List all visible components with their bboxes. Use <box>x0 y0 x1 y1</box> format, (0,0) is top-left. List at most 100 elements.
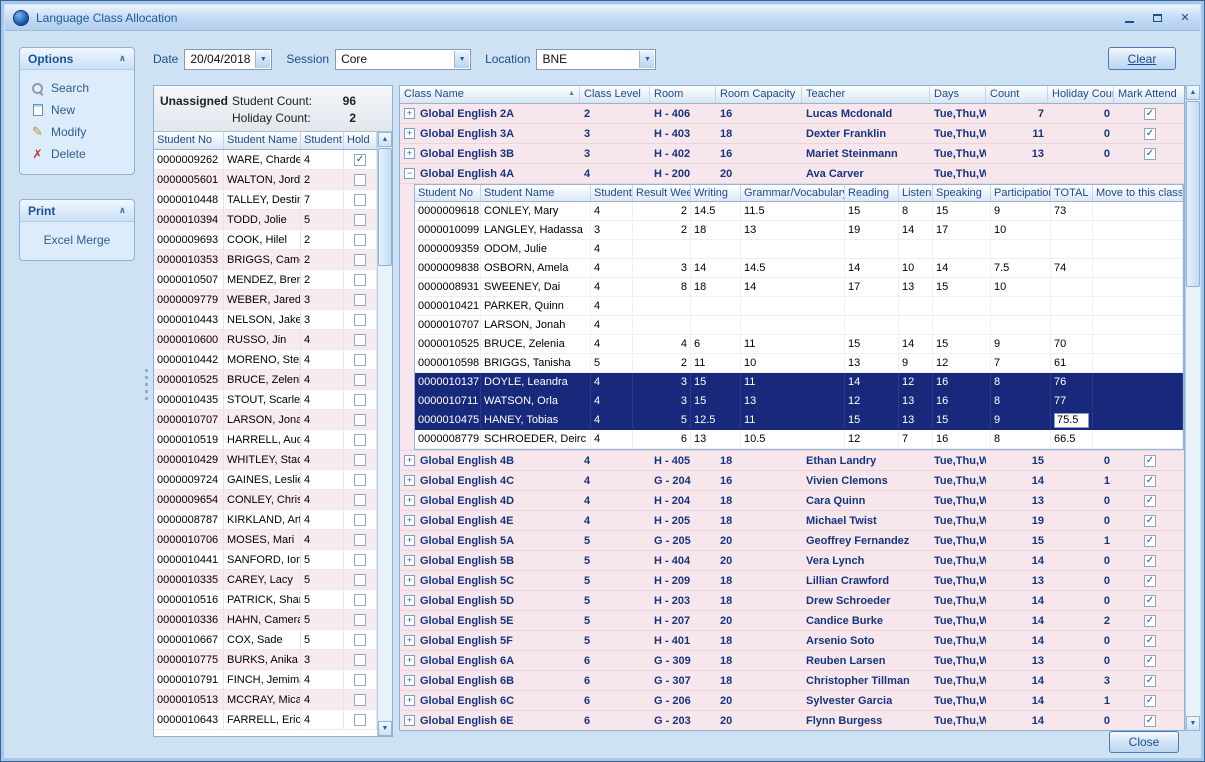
unassigned-row[interactable]: 0000010707LARSON, Jonal4 <box>154 410 377 430</box>
mark-attend-checkbox[interactable]: ✓ <box>1144 535 1156 547</box>
detail-col-header[interactable]: Move to this class: <box>1093 185 1183 201</box>
hold-checkbox[interactable] <box>354 574 366 586</box>
date-picker[interactable]: 20/04/2018 ▼ <box>184 49 272 70</box>
detail-col-header[interactable]: TOTAL <box>1051 185 1093 201</box>
col-class-level[interactable]: Class Level <box>580 86 650 103</box>
mark-attend-checkbox[interactable]: ✓ <box>1144 595 1156 607</box>
hold-checkbox[interactable] <box>354 614 366 626</box>
unassigned-row[interactable]: 0000009724GAINES, Leslie4 <box>154 470 377 490</box>
total-edit-box[interactable]: 75.5 <box>1054 413 1089 428</box>
detail-row[interactable]: 0000010711WATSON, Orla431513121316877 <box>415 392 1183 411</box>
class-row[interactable]: +Global English 6B6G - 30718Christopher … <box>400 671 1184 691</box>
expand-icon[interactable]: + <box>404 495 415 506</box>
detail-col-header[interactable]: Reading <box>845 185 899 201</box>
sidebar-item-new[interactable]: New <box>20 99 134 121</box>
class-row[interactable]: +Global English 5F5H - 40118Arsenio Soto… <box>400 631 1184 651</box>
hold-checkbox[interactable] <box>354 374 366 386</box>
col-room-capacity[interactable]: Room Capacity <box>716 86 802 103</box>
dropdown-icon[interactable]: ▼ <box>639 51 654 68</box>
total-cell[interactable]: 75.5 <box>1051 411 1093 429</box>
hold-checkbox[interactable] <box>354 214 366 226</box>
detail-row[interactable]: 0000009359ODOM, Julie4 <box>415 240 1183 259</box>
hold-checkbox[interactable] <box>354 434 366 446</box>
class-row[interactable]: +Global English 4E4H - 20518Michael Twis… <box>400 511 1184 531</box>
unassigned-row[interactable]: 0000010429WHITLEY, Stac4 <box>154 450 377 470</box>
hold-checkbox[interactable] <box>354 474 366 486</box>
unassigned-row[interactable]: 0000010516PATRICK, Shar5 <box>154 590 377 610</box>
unassigned-row[interactable]: 0000010525BRUCE, Zelenia4 <box>154 370 377 390</box>
col-days[interactable]: Days <box>930 86 986 103</box>
hold-checkbox[interactable] <box>354 394 366 406</box>
unassigned-row[interactable]: 0000009693COOK, Hilel2 <box>154 230 377 250</box>
move-to-class-cell[interactable] <box>1093 316 1183 334</box>
hold-checkbox[interactable] <box>354 654 366 666</box>
move-to-class-cell[interactable] <box>1093 430 1183 448</box>
unassigned-row[interactable]: 0000010791FINCH, Jemima4 <box>154 670 377 690</box>
unassigned-row[interactable]: 0000009262WARE, Charde4✓ <box>154 150 377 170</box>
hold-checkbox[interactable] <box>354 634 366 646</box>
mark-attend-checkbox[interactable]: ✓ <box>1144 455 1156 467</box>
class-row[interactable]: +Global English 4C4G - 20416Vivien Clemo… <box>400 471 1184 491</box>
hold-checkbox[interactable] <box>354 254 366 266</box>
move-to-class-cell[interactable] <box>1093 411 1183 429</box>
classes-scrollbar[interactable]: ▲ ▼ <box>1185 85 1200 731</box>
move-to-class-cell[interactable] <box>1093 240 1183 258</box>
hold-checkbox[interactable] <box>354 714 366 726</box>
hold-checkbox[interactable] <box>354 234 366 246</box>
hold-checkbox[interactable] <box>354 674 366 686</box>
mark-attend-checkbox[interactable]: ✓ <box>1144 635 1156 647</box>
detail-row[interactable]: 0000008931SWEENEY, Dai48181417131510 <box>415 278 1183 297</box>
unassigned-row[interactable]: 0000010353BRIGGS, Camer2 <box>154 250 377 270</box>
unassigned-row[interactable]: 0000010443NELSON, Jakee3 <box>154 310 377 330</box>
detail-col-header[interactable]: Writing <box>691 185 741 201</box>
expand-icon[interactable]: + <box>404 655 415 666</box>
hold-checkbox[interactable] <box>354 514 366 526</box>
move-to-class-cell[interactable] <box>1093 221 1183 239</box>
unassigned-row[interactable]: 0000010643FARRELL, Erica4 <box>154 710 377 730</box>
sidebar-item-modify[interactable]: ✎ Modify <box>20 121 134 143</box>
hold-checkbox[interactable] <box>354 194 366 206</box>
hold-checkbox[interactable] <box>354 334 366 346</box>
scroll-down-icon[interactable]: ▼ <box>1186 716 1200 731</box>
detail-row[interactable]: 0000010099LANGLEY, Hadassa32181319141710 <box>415 221 1183 240</box>
scroll-up-icon[interactable]: ▲ <box>1186 85 1200 100</box>
detail-col-header[interactable]: Student <box>591 185 633 201</box>
detail-row[interactable]: 0000009838OSBORN, Amela431414.51410147.5… <box>415 259 1183 278</box>
collapse-icon[interactable]: − <box>404 168 415 179</box>
class-row[interactable]: +Global English 2A2H - 40616Lucas Mcdona… <box>400 104 1184 124</box>
mark-attend-checkbox[interactable]: ✓ <box>1144 615 1156 627</box>
class-row[interactable]: +Global English 5C5H - 20918Lillian Craw… <box>400 571 1184 591</box>
mark-attend-checkbox[interactable]: ✓ <box>1144 715 1156 727</box>
maximize-button[interactable] <box>1150 11 1164 25</box>
mark-attend-checkbox[interactable]: ✓ <box>1144 475 1156 487</box>
sidebar-item-search[interactable]: Search <box>20 77 134 99</box>
detail-row[interactable]: 0000008779SCHROEDER, Deirc461310.5127168… <box>415 430 1183 449</box>
detail-col-header[interactable]: Participation <box>991 185 1051 201</box>
col-student-no[interactable]: Student No <box>154 132 224 149</box>
hold-checkbox[interactable] <box>354 454 366 466</box>
col-holiday-count[interactable]: Holiday Count <box>1048 86 1114 103</box>
detail-col-header[interactable]: Grammar/Vocabulary <box>741 185 845 201</box>
hold-checkbox[interactable] <box>354 594 366 606</box>
class-row[interactable]: +Global English 5D5H - 20318Drew Schroed… <box>400 591 1184 611</box>
mark-attend-checkbox[interactable]: ✓ <box>1144 515 1156 527</box>
close-window-button[interactable]: ✕ <box>1178 11 1192 25</box>
class-row[interactable]: +Global English 6A6G - 30918Reuben Larse… <box>400 651 1184 671</box>
detail-col-header[interactable]: Speaking <box>933 185 991 201</box>
detail-row[interactable]: 0000010475HANEY, Tobias4512.511151315975… <box>415 411 1183 430</box>
expand-icon[interactable]: + <box>404 675 415 686</box>
hold-checkbox[interactable] <box>354 314 366 326</box>
sidebar-item-excel-merge[interactable]: Excel Merge <box>20 229 134 251</box>
unassigned-scrollbar[interactable]: ▲ ▼ <box>377 132 392 736</box>
hold-checkbox[interactable] <box>354 294 366 306</box>
expand-icon[interactable]: + <box>404 108 415 119</box>
unassigned-row[interactable]: 0000010435STOUT, Scarlet4 <box>154 390 377 410</box>
scroll-up-icon[interactable]: ▲ <box>378 132 392 147</box>
unassigned-row[interactable]: 0000008787KIRKLAND, Artl4 <box>154 510 377 530</box>
hold-checkbox[interactable] <box>354 354 366 366</box>
expand-icon[interactable]: + <box>404 148 415 159</box>
class-row[interactable]: +Global English 5A5G - 20520Geoffrey Fer… <box>400 531 1184 551</box>
expand-icon[interactable]: + <box>404 595 415 606</box>
class-row[interactable]: −Global English 4A4H - 20020Ava CarverTu… <box>400 164 1184 184</box>
move-to-class-cell[interactable] <box>1093 297 1183 315</box>
